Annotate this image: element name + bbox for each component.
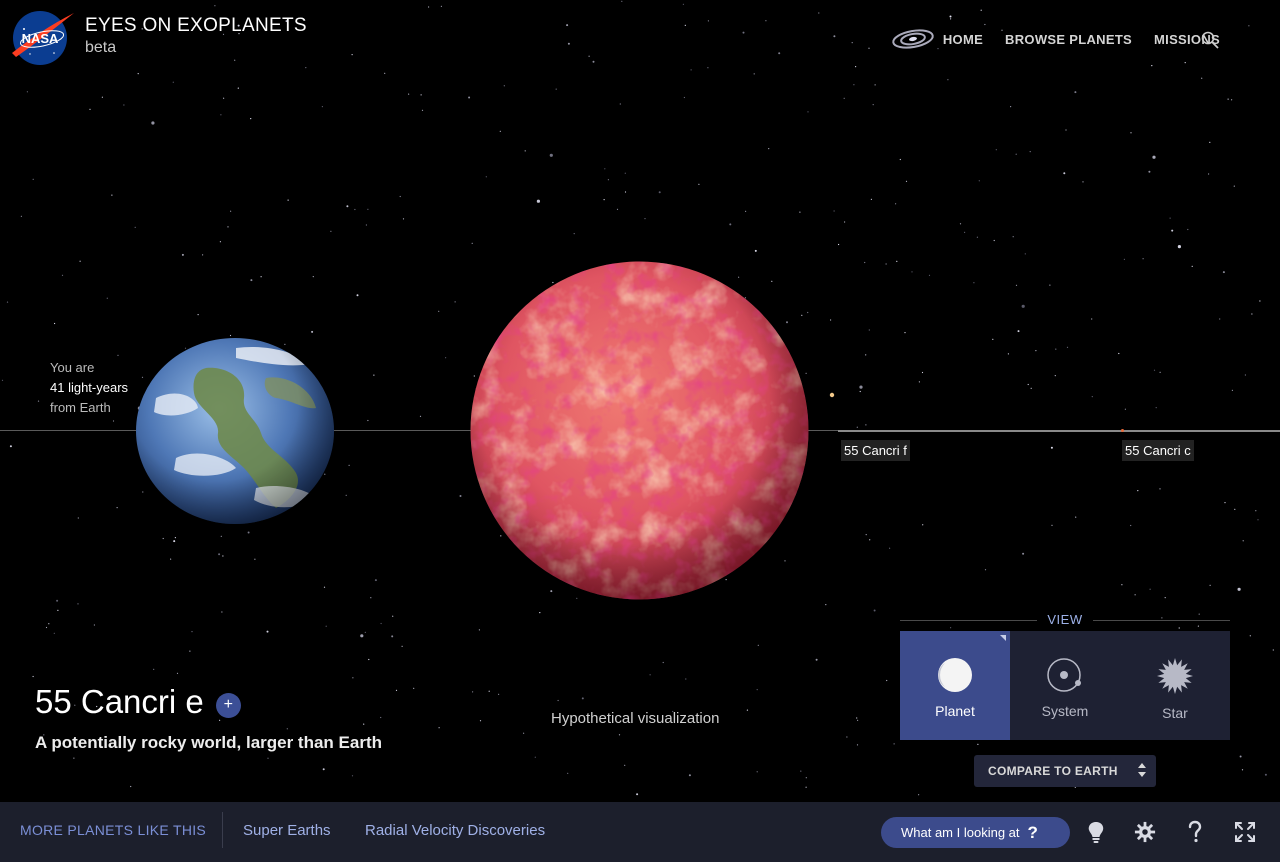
question-mark-icon: ? — [1027, 822, 1038, 842]
top-nav: HOME BROWSE PLANETS MISSIONS — [891, 26, 1220, 52]
super-earths-link[interactable]: Super Earths — [243, 822, 331, 839]
system-icon — [1047, 658, 1081, 692]
view-option-star[interactable]: Star — [1120, 631, 1230, 740]
view-option-system[interactable]: System — [1010, 631, 1120, 740]
select-arrows-icon — [1138, 763, 1146, 777]
what-am-i-looking-at-label: What am I looking at — [901, 825, 1020, 840]
planet-title: 55 Cancri e — [35, 683, 204, 720]
visualization-note: Hypothetical visualization — [551, 710, 720, 727]
compare-label: COMPARE TO EARTH — [988, 764, 1118, 778]
add-planet-button[interactable]: + — [215, 692, 241, 718]
view-option-label: Planet — [935, 703, 975, 719]
radial-velocity-link[interactable]: Radial Velocity Discoveries — [365, 822, 545, 839]
lightbulb-icon[interactable] — [1085, 820, 1107, 844]
planet-marker-55-cancri-c[interactable] — [1121, 429, 1124, 432]
fullscreen-icon[interactable] — [1234, 820, 1256, 844]
planet-description: A potentially rocky world, larger than E… — [35, 733, 382, 752]
view-option-label: Star — [1162, 705, 1188, 721]
nasa-logo[interactable]: NASA — [10, 9, 74, 67]
distance-line-3: from Earth — [50, 400, 111, 415]
view-option-label: System — [1041, 703, 1089, 719]
distance-line-1: You are — [50, 360, 95, 375]
view-panel: Planet System Star — [900, 631, 1230, 740]
distance-readout: You are 41 light-years from Earth — [50, 358, 128, 418]
more-planets-label: MORE PLANETS LIKE THIS — [20, 822, 207, 838]
orbit-label-55-cancri-f[interactable]: 55 Cancri f — [841, 440, 910, 461]
planet-icon — [938, 658, 972, 692]
star-icon — [1157, 658, 1193, 694]
corner-indicator — [1000, 635, 1006, 641]
bottom-divider — [222, 812, 223, 848]
view-option-planet[interactable]: Planet — [900, 631, 1010, 740]
app-subtitle: beta — [85, 39, 117, 56]
what-am-i-looking-at-button[interactable]: What am I looking at ? — [881, 817, 1070, 848]
planet-55-cancri-e[interactable] — [470, 261, 809, 600]
distance-value: 41 light-years — [50, 380, 129, 395]
help-icon[interactable] — [1184, 820, 1206, 844]
planet-name-row: 55 Cancri e + — [35, 683, 241, 721]
compare-to-earth-select[interactable]: COMPARE TO EARTH — [974, 755, 1156, 787]
earth-globe[interactable] — [136, 338, 334, 524]
galaxy-icon[interactable] — [891, 26, 935, 52]
app-title: EYES ON EXOPLANETS — [85, 15, 307, 36]
orbit-line-highlight — [838, 430, 1280, 432]
search-icon[interactable] — [1200, 30, 1220, 50]
nav-browse-planets-link[interactable]: BROWSE PLANETS — [1005, 32, 1132, 47]
svg-text:NASA: NASA — [22, 31, 59, 46]
orbit-label-55-cancri-c[interactable]: 55 Cancri c — [1122, 440, 1194, 461]
nav-home-link[interactable]: HOME — [943, 32, 983, 47]
gear-icon[interactable] — [1134, 820, 1156, 844]
view-panel-title: VIEW — [900, 612, 1230, 627]
